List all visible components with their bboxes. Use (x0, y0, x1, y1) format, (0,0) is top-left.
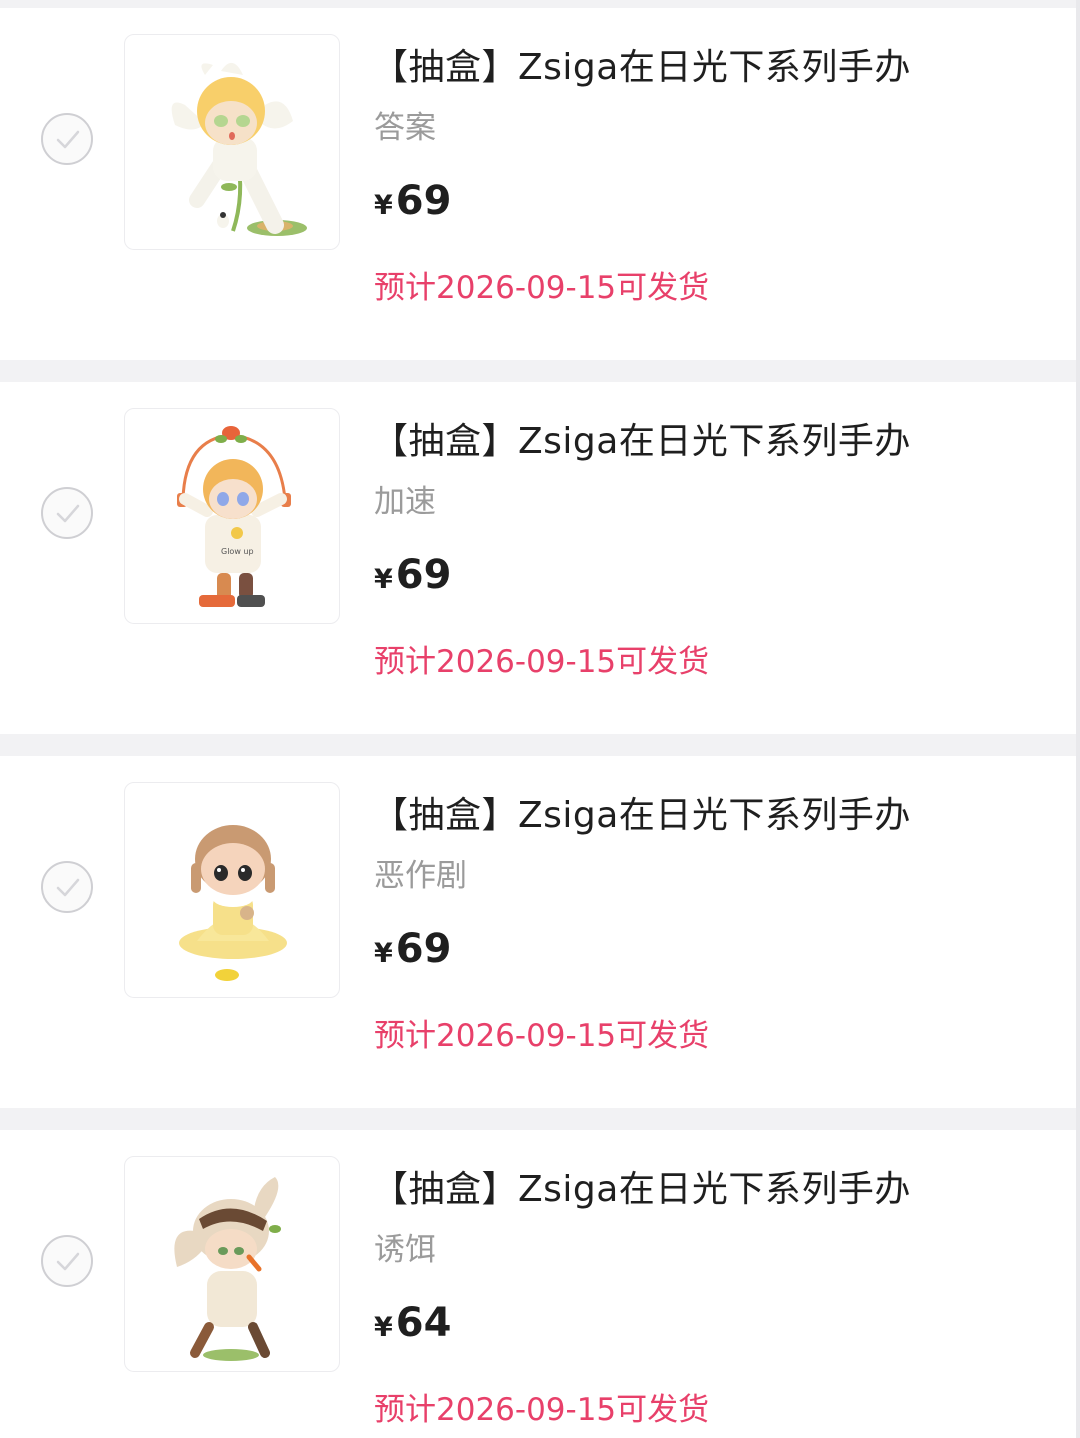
figure-bunny-icon (174, 1177, 281, 1361)
select-checkbox[interactable] (41, 487, 93, 539)
shipping-estimate: 预计2026-09-15可发货 (374, 270, 710, 306)
shipping-estimate: 预计2026-09-15可发货 (374, 1018, 710, 1054)
price-amount: 69 (395, 178, 452, 224)
scroll-edge (1076, 0, 1080, 1438)
product-price: ¥69 (374, 926, 451, 972)
currency-symbol: ¥ (374, 1312, 393, 1343)
product-price: ¥69 (374, 552, 451, 598)
currency-symbol: ¥ (374, 190, 393, 221)
product-price: ¥69 (374, 178, 451, 224)
product-image[interactable]: Glow up (124, 408, 340, 624)
check-icon (56, 504, 80, 523)
select-checkbox[interactable] (41, 113, 93, 165)
shipping-estimate: 预计2026-09-15可发货 (374, 644, 710, 680)
cart-item[interactable]: 【抽盒】Zsiga在日光下系列手办 诱饵 ¥64 预计2026-09-15可发货 (0, 1130, 1076, 1438)
price-amount: 69 (395, 552, 452, 598)
product-title[interactable]: 【抽盒】Zsiga在日光下系列手办 (372, 38, 911, 90)
product-image[interactable] (124, 34, 340, 250)
currency-symbol: ¥ (374, 938, 393, 969)
price-amount: 69 (395, 926, 452, 972)
cart-item[interactable]: 【抽盒】Zsiga在日光下系列手办 答案 ¥69 预计2026-09-15可发货 (0, 8, 1076, 360)
product-title[interactable]: 【抽盒】Zsiga在日光下系列手办 (372, 786, 911, 838)
figure-daisy-icon (171, 62, 307, 236)
product-title[interactable]: 【抽盒】Zsiga在日光下系列手办 (372, 412, 911, 464)
select-checkbox[interactable] (41, 1235, 93, 1287)
cart-item[interactable]: Glow up 【抽盒】Zsiga在日光下系列手办 加速 ¥69 预计2026-… (0, 382, 1076, 734)
currency-symbol: ¥ (374, 564, 393, 595)
cart-item-list: 【抽盒】Zsiga在日光下系列手办 答案 ¥69 预计2026-09-15可发货 (0, 0, 1080, 1438)
product-variant[interactable]: 诱饵 (374, 1224, 436, 1269)
product-image[interactable] (124, 1156, 340, 1372)
check-icon (56, 878, 80, 897)
check-icon (56, 130, 80, 149)
product-variant[interactable]: 答案 (374, 102, 436, 147)
cart-item[interactable]: 【抽盒】Zsiga在日光下系列手办 恶作剧 ¥69 预计2026-09-15可发… (0, 756, 1076, 1108)
product-image[interactable] (124, 782, 340, 998)
figure-yellow-dress-icon (179, 825, 287, 981)
product-variant[interactable]: 恶作剧 (374, 850, 467, 895)
svg-text:Glow up: Glow up (221, 547, 254, 556)
product-variant[interactable]: 加速 (374, 476, 436, 521)
figure-jumprope-icon: Glow up (177, 426, 291, 607)
select-checkbox[interactable] (41, 861, 93, 913)
shipping-estimate: 预计2026-09-15可发货 (374, 1392, 710, 1428)
product-title[interactable]: 【抽盒】Zsiga在日光下系列手办 (372, 1160, 911, 1212)
check-icon (56, 1252, 80, 1271)
price-amount: 64 (395, 1300, 452, 1346)
product-price: ¥64 (374, 1300, 451, 1346)
